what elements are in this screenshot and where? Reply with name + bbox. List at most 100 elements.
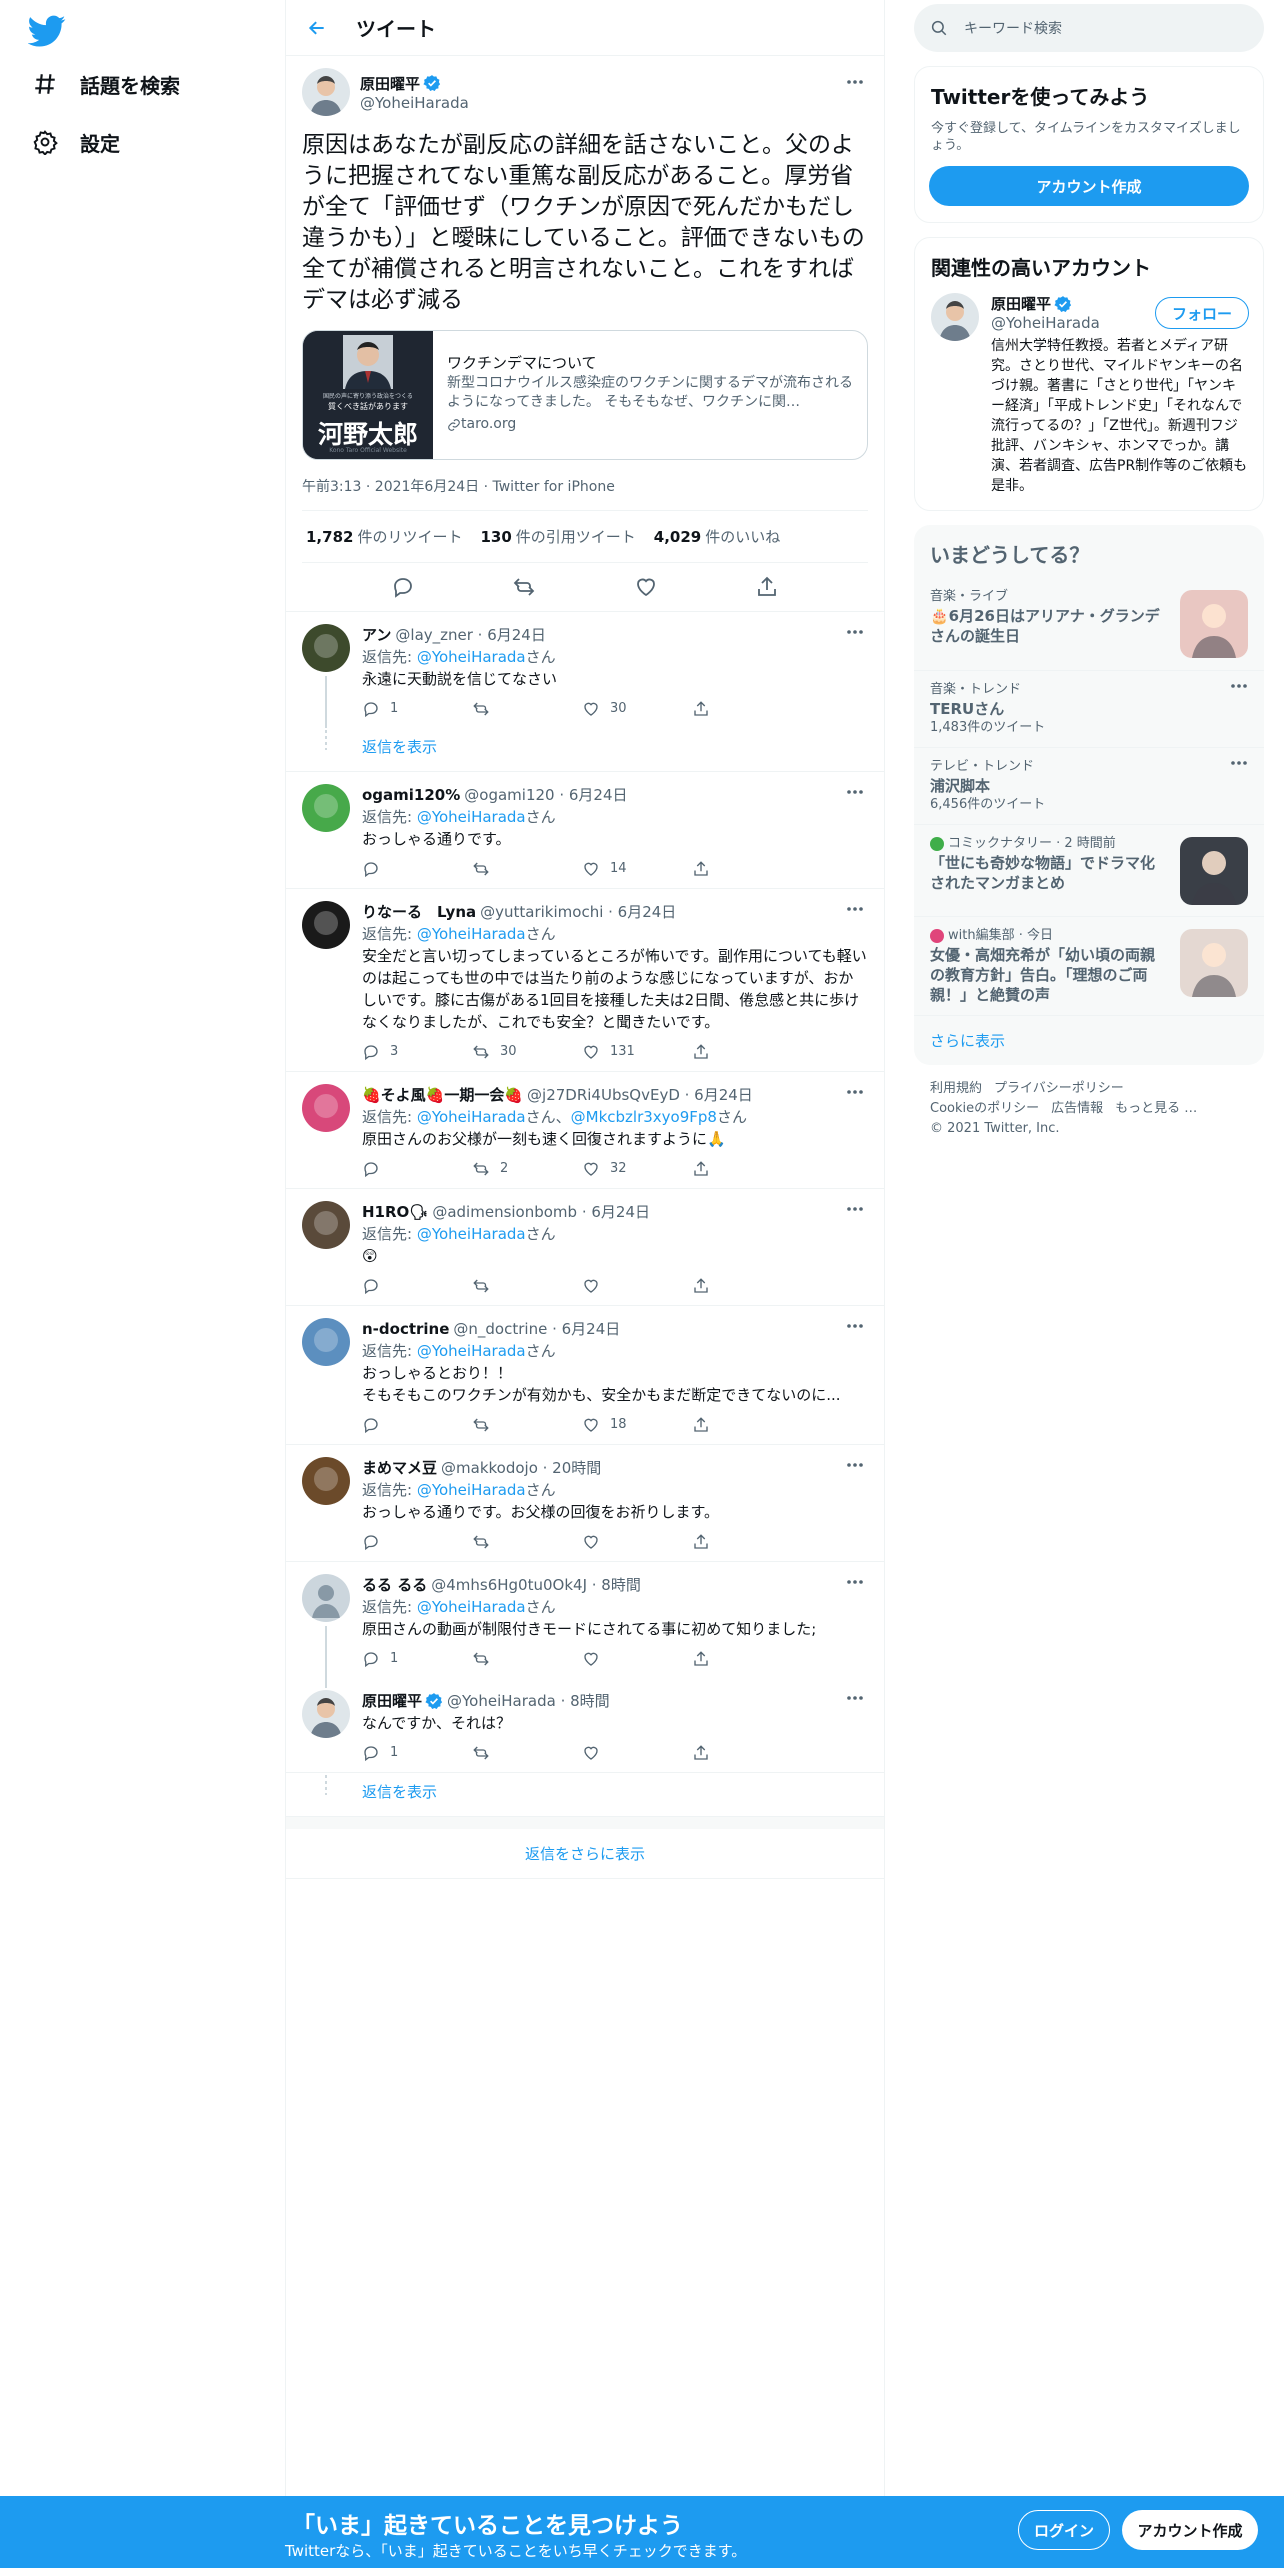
like-button[interactable] xyxy=(582,1533,692,1551)
reply-button[interactable] xyxy=(362,1533,472,1551)
more-options-icon[interactable] xyxy=(842,1199,868,1219)
reply-tweet[interactable]: n-doctrine @n_doctrine · 6月24日 返信先: @Yohei… xyxy=(286,1306,884,1445)
related-name[interactable]: 原田曜平 xyxy=(991,293,1051,314)
like-icon[interactable] xyxy=(634,575,658,599)
avatar[interactable] xyxy=(302,784,350,832)
retweet-button[interactable]: 2 xyxy=(472,1158,582,1180)
footer-link-cookies[interactable]: Cookieのポリシー xyxy=(930,1101,1039,1116)
reply-author-name[interactable]: ogami120% xyxy=(362,784,460,806)
reply-button[interactable] xyxy=(362,1416,472,1434)
reply-author-name[interactable]: るる るる xyxy=(362,1574,427,1596)
reply-tweet[interactable]: H1RO🗣 @adimensionbomb · 6月24日 返信先: @YoheiH… xyxy=(286,1189,884,1306)
more-options-icon[interactable] xyxy=(842,72,868,92)
share-icon[interactable] xyxy=(755,575,779,599)
like-button[interactable] xyxy=(582,1744,692,1762)
reply-author-name[interactable]: H1RO🗣 xyxy=(362,1201,428,1223)
retweet-icon[interactable] xyxy=(512,575,536,599)
follow-button[interactable]: フォロー xyxy=(1154,297,1249,329)
create-account-button[interactable]: アカウント作成 xyxy=(929,166,1249,206)
reply-to-mention[interactable]: @YoheiHarada xyxy=(417,1598,526,1616)
trend-item[interactable]: 音楽・トレンド TERUさん 1,483件のツイート xyxy=(914,670,1264,747)
reply-button[interactable] xyxy=(362,860,472,878)
reply-button[interactable]: 1 xyxy=(362,698,472,720)
more-options-icon[interactable] xyxy=(1230,760,1248,766)
reply-to-mention[interactable]: @YoheiHarada xyxy=(417,1481,526,1499)
like-button[interactable] xyxy=(582,1650,692,1668)
reply-author-name[interactable]: アン xyxy=(362,624,391,646)
more-options-icon[interactable] xyxy=(842,1455,868,1475)
show-replies-link[interactable]: 返信を表示 xyxy=(286,728,884,772)
avatar[interactable] xyxy=(302,901,350,949)
reply-button[interactable]: 1 xyxy=(362,1648,472,1670)
reply-author-name[interactable]: りなーる Lyna xyxy=(362,901,476,923)
reply-to-mention[interactable]: @YoheiHarada xyxy=(417,1225,526,1243)
reply-to-mention[interactable]: @Mkcbzlr3xyo9Fp8 xyxy=(571,1108,717,1126)
footer-link-privacy[interactable]: プライバシーポリシー xyxy=(994,1081,1124,1096)
retweet-button[interactable] xyxy=(472,1277,582,1295)
back-arrow-icon[interactable] xyxy=(300,11,334,45)
avatar[interactable] xyxy=(302,624,350,672)
avatar[interactable] xyxy=(302,1084,350,1132)
nav-explore[interactable]: 話題を検索 xyxy=(32,64,180,104)
reply-to-mention[interactable]: @YoheiHarada xyxy=(417,1342,526,1360)
search-input[interactable]: キーワード検索 xyxy=(964,18,1062,38)
reply-button[interactable] xyxy=(362,1160,472,1178)
more-options-icon[interactable] xyxy=(842,899,868,919)
quote-stat[interactable]: 130 件の引用ツイート xyxy=(480,526,635,547)
reply-to-mention[interactable]: @YoheiHarada xyxy=(417,925,526,943)
reply-tweet[interactable]: ogami120% @ogami120 · 6月24日 返信先: @YoheiHar… xyxy=(286,772,884,889)
twitter-bird-icon[interactable] xyxy=(28,12,66,50)
like-button[interactable]: 131 xyxy=(582,1041,692,1063)
retweet-button[interactable] xyxy=(472,1650,582,1668)
login-button[interactable]: ログイン xyxy=(1018,2510,1110,2550)
trend-item[interactable]: テレビ・トレンド 浦沢脚本 6,456件のツイート xyxy=(914,747,1264,824)
share-button[interactable] xyxy=(692,1744,802,1762)
like-stat[interactable]: 4,029 件のいいね xyxy=(654,526,780,547)
reply-author-name[interactable]: n-doctrine xyxy=(362,1318,449,1340)
trend-item[interactable]: 音楽・ライブ 🎂6月26日はアリアナ・グランデさんの誕生日 xyxy=(914,578,1264,670)
share-button[interactable] xyxy=(692,1650,802,1668)
reply-button[interactable]: 3 xyxy=(362,1041,472,1063)
more-options-icon[interactable] xyxy=(1230,683,1248,689)
retweet-stat[interactable]: 1,782 件のリツイート xyxy=(306,526,462,547)
reply-tweet[interactable]: りなーる Lyna @yuttarikimochi · 6月24日 返信先: @Yo… xyxy=(286,889,884,1072)
retweet-button[interactable] xyxy=(472,1533,582,1551)
show-more-trends-link[interactable]: さらに表示 xyxy=(914,1015,1264,1065)
show-replies-link[interactable]: 返信を表示 xyxy=(286,1773,884,1817)
more-options-icon[interactable] xyxy=(842,1316,868,1336)
more-options-icon[interactable] xyxy=(842,1688,868,1708)
reply-tweet[interactable]: まめマメ豆 @makkodojo · 20時間 返信先: @YoheiHaradaさ… xyxy=(286,1445,884,1562)
author-name[interactable]: 原田曜平 xyxy=(360,73,420,94)
footer-link-more[interactable]: もっと見る … xyxy=(1115,1101,1197,1116)
related-account[interactable]: 原田曜平 @YoheiHarada フォロー 信州大学特任教授。若者とメディア研… xyxy=(915,291,1263,510)
show-more-replies-button[interactable]: 返信をさらに表示 xyxy=(286,1817,884,1879)
search-bar[interactable]: キーワード検索 xyxy=(914,4,1264,52)
reply-author-name[interactable]: 原田曜平 xyxy=(362,1690,422,1712)
trend-item[interactable]: コミックナタリー · 2 時間前 「世にも奇妙な物語」でドラマ化されたマンガまとめ xyxy=(914,824,1264,916)
link-card[interactable]: 国民の声に寄り添う政治をつくる 質くべき話があります 河野太郎 Kono Tar… xyxy=(302,330,868,460)
more-options-icon[interactable] xyxy=(842,782,868,802)
reply-tweet[interactable]: アン @lay_zner · 6月24日 返信先: @YoheiHaradaさん 永遠… xyxy=(286,612,884,728)
reply-button[interactable]: 1 xyxy=(362,1742,472,1764)
bottom-create-account-button[interactable]: アカウント作成 xyxy=(1122,2510,1258,2550)
share-button[interactable] xyxy=(692,1043,802,1061)
share-button[interactable] xyxy=(692,1160,802,1178)
tweet-meta[interactable]: 午前3:13 · 2021年6月24日 · Twitter for iPhone xyxy=(302,476,868,511)
avatar[interactable] xyxy=(302,1457,350,1505)
more-options-icon[interactable] xyxy=(842,1082,868,1102)
like-button[interactable]: 32 xyxy=(582,1158,692,1180)
share-button[interactable] xyxy=(692,1533,802,1551)
reply-button[interactable] xyxy=(362,1277,472,1295)
reply-to-mention[interactable]: @YoheiHarada xyxy=(417,808,526,826)
reply-to-mention[interactable]: @YoheiHarada xyxy=(417,648,526,666)
reply-tweet[interactable]: るる るる @4mhs6Hg0tu0Ok4J · 8時間 返信先: @YoheiHa… xyxy=(286,1562,884,1678)
reply-author-name[interactable]: 🍓そよ風🍓一期一会🍓 xyxy=(362,1084,523,1106)
reply-icon[interactable] xyxy=(391,575,415,599)
avatar[interactable] xyxy=(931,293,979,341)
reply-author-name[interactable]: まめマメ豆 xyxy=(362,1457,437,1479)
avatar[interactable] xyxy=(302,1574,350,1622)
retweet-button[interactable]: 30 xyxy=(472,1041,582,1063)
share-button[interactable] xyxy=(692,700,802,718)
like-button[interactable]: 18 xyxy=(582,1414,692,1436)
avatar[interactable] xyxy=(302,68,350,116)
